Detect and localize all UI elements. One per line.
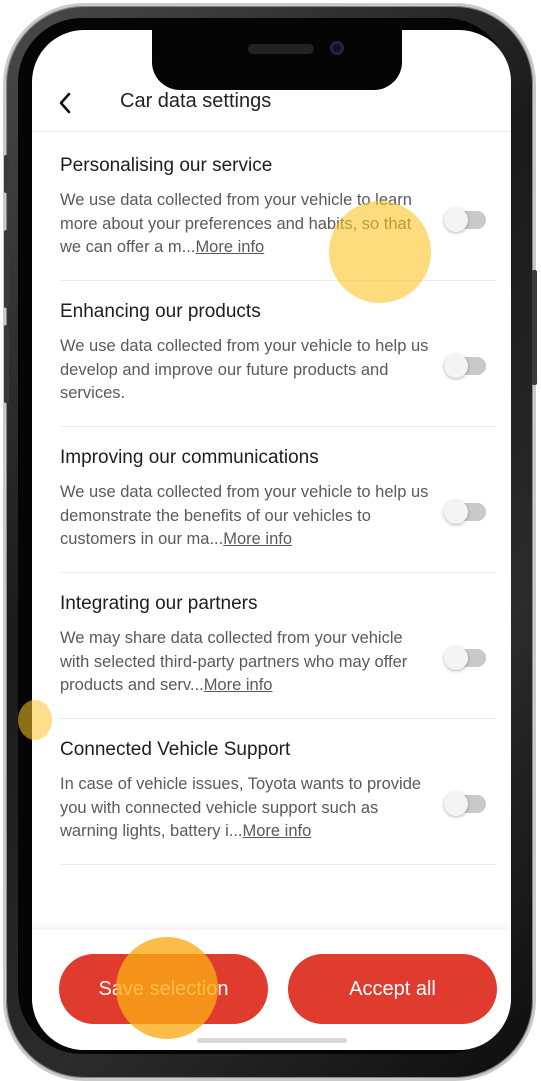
more-info-link[interactable]: More info [195, 238, 264, 256]
header: Car data settings [32, 78, 511, 130]
front-camera [330, 41, 344, 55]
setting-title: Improving our communications [60, 447, 319, 468]
chevron-left-icon [59, 92, 71, 114]
save-selection-button[interactable]: Save selection [59, 954, 268, 1024]
setting-description: In case of vehicle issues, Toyota wants … [60, 773, 432, 844]
screen: Car data settings Personalising our serv… [32, 30, 511, 1050]
setting-item-connected-support: Connected Vehicle Support In case of veh… [60, 719, 496, 865]
more-info-link[interactable]: More info [223, 530, 292, 548]
setting-description: We use data collected from your vehicle … [60, 481, 432, 552]
mute-switch [4, 155, 9, 193]
toggle-knob [444, 500, 468, 524]
accept-all-button[interactable]: Accept all [288, 954, 497, 1024]
setting-description: We use data collected from your vehicle … [60, 335, 432, 406]
toggle-knob [444, 354, 468, 378]
setting-description-text: In case of vehicle issues, Toyota wants … [60, 775, 422, 840]
settings-list: Personalising our service We use data co… [60, 135, 496, 865]
page-title: Car data settings [120, 90, 272, 112]
speaker-grille [248, 44, 314, 54]
setting-item-partners: Integrating our partners We may share da… [60, 573, 496, 719]
stage: Car data settings Personalising our serv… [0, 0, 541, 1081]
toggle-knob [444, 646, 468, 670]
toggle-connected-support[interactable] [444, 792, 486, 816]
setting-title: Enhancing our products [60, 301, 261, 322]
header-divider [32, 131, 511, 132]
back-button[interactable] [50, 88, 80, 118]
toggle-knob [444, 792, 468, 816]
volume-up-button [4, 230, 9, 308]
setting-title: Integrating our partners [60, 593, 258, 614]
more-info-link[interactable]: More info [243, 822, 312, 840]
power-button [532, 270, 537, 385]
setting-description: We use data collected from your vehicle … [60, 189, 432, 260]
setting-item-personalising: Personalising our service We use data co… [60, 135, 496, 281]
more-info-link[interactable]: More info [204, 676, 273, 694]
setting-title: Connected Vehicle Support [60, 739, 291, 760]
toggle-knob [444, 208, 468, 232]
setting-item-enhancing: Enhancing our products We use data colle… [60, 281, 496, 427]
volume-down-button [4, 325, 9, 403]
setting-description-text: We use data collected from your vehicle … [60, 337, 429, 402]
toggle-enhancing[interactable] [444, 354, 486, 378]
footer: Save selection Accept all [32, 930, 511, 1050]
toggle-communications[interactable] [444, 500, 486, 524]
toggle-personalising[interactable] [444, 208, 486, 232]
setting-title: Personalising our service [60, 155, 273, 176]
setting-description: We may share data collected from your ve… [60, 627, 432, 698]
home-indicator [197, 1038, 347, 1043]
toggle-partners[interactable] [444, 646, 486, 670]
setting-item-communications: Improving our communications We use data… [60, 427, 496, 573]
